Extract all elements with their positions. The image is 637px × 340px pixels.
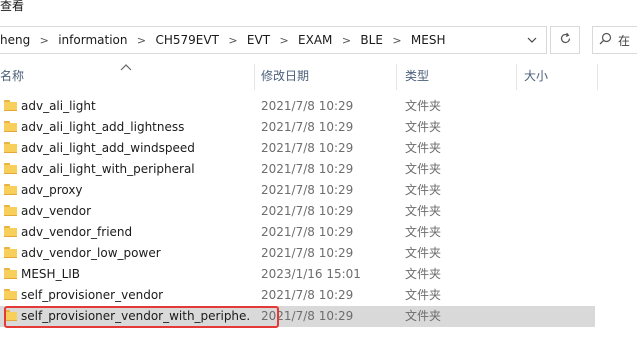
file-type: 文件夹: [405, 99, 442, 113]
file-row[interactable]: adv_vendor_low_power 2021/7/8 10:29 文件夹: [0, 243, 595, 264]
folder-icon: [4, 163, 17, 174]
folder-icon: [4, 289, 17, 300]
file-type: 文件夹: [405, 225, 442, 239]
chevron-right-icon[interactable]: >: [32, 34, 56, 47]
breadcrumb-label: CH579EVT: [155, 33, 219, 47]
file-type: 文件夹: [405, 267, 442, 281]
folder-icon: [4, 310, 17, 321]
file-type: 文件夹: [405, 120, 442, 134]
file-row[interactable]: adv_vendor 2021/7/8 10:29 文件夹: [0, 201, 595, 222]
search-icon: [599, 32, 612, 48]
file-modified: 2021/7/8 10:29: [261, 99, 354, 113]
breadcrumb-label: EVT: [246, 33, 271, 47]
column-header-name[interactable]: 名称: [0, 62, 24, 90]
file-explorer-window: 查看 heng > information > CH579EVT > EVT >…: [0, 0, 637, 340]
file-row[interactable]: adv_ali_light 2021/7/8 10:29 文件夹: [0, 96, 595, 117]
sort-ascending-icon: [120, 60, 132, 71]
chevron-right-icon[interactable]: >: [385, 34, 409, 47]
chevron-right-icon[interactable]: >: [129, 34, 153, 47]
file-name: adv_vendor_low_power: [21, 246, 161, 260]
file-row[interactable]: adv_proxy 2021/7/8 10:29 文件夹: [0, 180, 595, 201]
file-modified: 2021/7/8 10:29: [261, 162, 354, 176]
file-row[interactable]: MESH_LIB 2023/1/16 15:01 文件夹: [0, 264, 595, 285]
file-modified: 2021/7/8 10:29: [261, 141, 354, 155]
file-name: adv_ali_light_add_windspeed: [21, 141, 195, 155]
breadcrumb-item[interactable]: CH579EVT >: [153, 27, 244, 53]
column-divider[interactable]: [396, 64, 397, 90]
column-divider[interactable]: [516, 64, 517, 90]
chevron-down-icon[interactable]: [518, 27, 546, 53]
column-divider[interactable]: [254, 64, 255, 90]
breadcrumb-item[interactable]: EXAM >: [296, 27, 358, 53]
refresh-icon: [559, 32, 572, 48]
column-header-size[interactable]: 大小: [524, 62, 548, 90]
column-header-type[interactable]: 类型: [405, 62, 429, 90]
breadcrumb-item[interactable]: BLE >: [358, 27, 409, 53]
file-row[interactable]: adv_vendor_friend 2021/7/8 10:29 文件夹: [0, 222, 595, 243]
breadcrumb-label: EXAM: [298, 33, 333, 47]
file-modified: 2021/7/8 10:29: [261, 225, 354, 239]
file-name: MESH_LIB: [21, 267, 81, 281]
file-name: adv_ali_light_add_lightness: [21, 120, 185, 134]
file-name: self_provisioner_vendor: [21, 288, 164, 302]
search-input[interactable]: 在: [592, 26, 637, 54]
file-row[interactable]: adv_ali_light_with_peripheral 2021/7/8 1…: [0, 159, 595, 180]
folder-icon: [4, 184, 17, 195]
folder-icon: [4, 121, 17, 132]
file-modified: 2021/7/8 10:29: [261, 204, 354, 218]
column-divider[interactable]: [597, 64, 598, 90]
refresh-button[interactable]: [550, 26, 580, 54]
folder-icon: [4, 226, 17, 237]
folder-icon: [4, 100, 17, 111]
breadcrumb-label: MESH: [410, 33, 446, 47]
file-name: adv_vendor: [21, 204, 92, 218]
file-modified: 2021/7/8 10:29: [261, 309, 354, 323]
file-modified: 2021/7/8 10:29: [261, 183, 354, 197]
file-modified: 2021/7/8 10:29: [261, 288, 354, 302]
chevron-right-icon[interactable]: >: [334, 34, 358, 47]
breadcrumb-label: information: [58, 33, 128, 47]
file-modified: 2021/7/8 10:29: [261, 246, 354, 260]
search-placeholder: 在: [618, 33, 631, 48]
file-name: adv_ali_light: [21, 99, 96, 113]
file-modified: 2021/7/8 10:29: [261, 120, 354, 134]
column-header-row: 名称 修改日期 类型 大小: [0, 62, 637, 90]
column-header-modified[interactable]: 修改日期: [261, 62, 309, 90]
folder-icon: [4, 142, 17, 153]
file-type: 文件夹: [405, 288, 442, 302]
breadcrumb-item[interactable]: heng >: [0, 27, 56, 53]
file-list: adv_ali_light 2021/7/8 10:29 文件夹 adv_ali…: [0, 96, 637, 327]
breadcrumb-item[interactable]: information >: [56, 27, 153, 53]
breadcrumb-label: heng: [0, 33, 31, 47]
breadcrumb-item[interactable]: EVT >: [245, 27, 296, 53]
file-type: 文件夹: [405, 183, 442, 197]
chevron-right-icon[interactable]: >: [221, 34, 245, 47]
chevron-right-icon[interactable]: >: [272, 34, 296, 47]
file-row-selected[interactable]: self_provisioner_vendor_with_periphe... …: [0, 306, 595, 327]
address-bar[interactable]: heng > information > CH579EVT > EVT > EX…: [0, 26, 547, 54]
file-type: 文件夹: [405, 204, 442, 218]
file-row[interactable]: adv_ali_light_add_lightness 2021/7/8 10:…: [0, 117, 595, 138]
breadcrumb-item[interactable]: MESH: [409, 27, 448, 53]
file-name: adv_ali_light_with_peripheral: [21, 162, 195, 176]
folder-icon: [4, 205, 17, 216]
file-row[interactable]: self_provisioner_vendor 2021/7/8 10:29 文…: [0, 285, 595, 306]
file-type: 文件夹: [405, 141, 442, 155]
file-type: 文件夹: [405, 246, 442, 260]
file-name: adv_vendor_friend: [21, 225, 133, 239]
folder-icon: [4, 247, 17, 258]
file-modified: 2023/1/16 15:01: [261, 267, 361, 281]
file-type: 文件夹: [405, 162, 442, 176]
file-row[interactable]: adv_ali_light_add_windspeed 2021/7/8 10:…: [0, 138, 595, 159]
folder-icon: [4, 268, 17, 279]
breadcrumb-label: BLE: [360, 33, 383, 47]
menu-view[interactable]: 查看: [0, 0, 24, 14]
file-name: adv_proxy: [21, 183, 83, 197]
file-type: 文件夹: [405, 309, 442, 323]
file-name: self_provisioner_vendor_with_periphe...: [21, 309, 251, 323]
